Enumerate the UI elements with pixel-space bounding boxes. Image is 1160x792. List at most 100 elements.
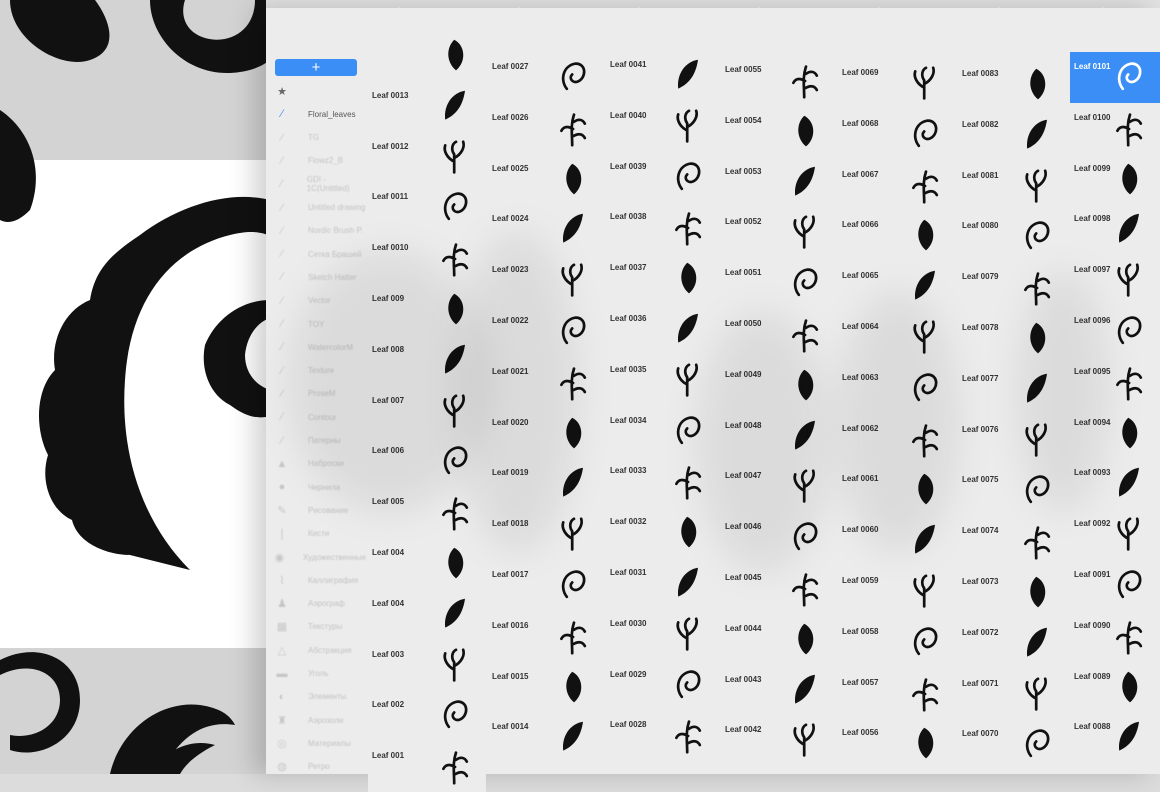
sidebar-item[interactable]: ◍ Ретро bbox=[274, 756, 366, 778]
brush-item[interactable]: Leaf 0055 bbox=[721, 55, 836, 106]
leaf-preview-icon bbox=[681, 516, 697, 548]
sidebar-item[interactable]: ⁄ TG bbox=[274, 127, 366, 149]
sidebar-item[interactable]: ♟ Аэрограф bbox=[274, 593, 366, 615]
sidebar-item[interactable]: ⁄ GDI - 1C(Untitled) bbox=[274, 173, 366, 195]
ornament-artwork bbox=[0, 0, 287, 774]
brush-item-label: Leaf 0042 bbox=[725, 725, 762, 735]
leaf-preview-icon bbox=[1026, 627, 1047, 657]
brush-item[interactable]: Leaf 0072 bbox=[958, 617, 1068, 669]
brush-item-label: Leaf 0012 bbox=[372, 141, 409, 151]
brush-item[interactable]: Leaf 0082 bbox=[958, 109, 1068, 161]
leaf-preview-icon bbox=[677, 59, 698, 89]
add-brush-set-button[interactable]: + bbox=[275, 59, 357, 76]
brush-item[interactable]: Leaf 0056 bbox=[838, 718, 956, 770]
brush-item[interactable]: Leaf 002 bbox=[368, 690, 486, 742]
leaf-preview-icon bbox=[442, 751, 469, 785]
brush-item[interactable]: Leaf 0028 bbox=[606, 710, 719, 762]
brush-item[interactable]: Leaf 0053 bbox=[721, 156, 836, 208]
brush-item-label: Leaf 0088 bbox=[1074, 722, 1111, 732]
brush-item[interactable]: Leaf 0029 bbox=[606, 659, 719, 711]
brush-item[interactable]: Leaf 0092 bbox=[1070, 509, 1160, 561]
brush-item-label: Leaf 0051 bbox=[725, 268, 762, 278]
brush-item[interactable]: Leaf 0080 bbox=[958, 211, 1068, 263]
sidebar-item[interactable]: ♜ Аэрозоли bbox=[274, 709, 366, 731]
brush-item[interactable]: Leaf 003 bbox=[368, 639, 486, 691]
sidebar-item[interactable]: ⁄ Flowz2_B bbox=[274, 150, 366, 172]
sidebar-item[interactable]: ▦ Текстуры bbox=[274, 616, 366, 638]
leaf-preview-icon bbox=[677, 567, 698, 597]
brush-item-selected[interactable]: Leaf 0101 bbox=[1070, 52, 1160, 103]
brush-item[interactable]: Leaf 0100 bbox=[1070, 102, 1160, 154]
brush-item[interactable]: Leaf 0026 bbox=[488, 102, 604, 154]
brush-item[interactable]: Leaf 0017 bbox=[488, 560, 604, 611]
sidebar-item-label: Аэрозоли bbox=[308, 715, 344, 725]
brush-item[interactable]: Leaf 0073 bbox=[958, 567, 1068, 618]
brush-item[interactable]: Leaf 0016 bbox=[488, 610, 604, 662]
sidebar-item[interactable]: △ Абстракция bbox=[274, 639, 366, 661]
brush-item[interactable]: Leaf 0012 bbox=[368, 131, 486, 183]
brush-item[interactable]: Leaf 0011 bbox=[368, 182, 486, 234]
brush-item[interactable]: Leaf 001 bbox=[368, 741, 486, 792]
brush-item[interactable]: Leaf 0098 bbox=[1070, 204, 1160, 256]
brush-item[interactable]: Leaf 0091 bbox=[1070, 560, 1160, 611]
sidebar-item[interactable]: ▬ Уголь bbox=[274, 663, 366, 685]
sidebar-item[interactable]: ◐ Элементы bbox=[274, 686, 366, 708]
brush-item[interactable]: Leaf 0025 bbox=[488, 153, 604, 205]
brush-item[interactable]: Leaf 0040 bbox=[606, 100, 719, 152]
brush-item-label: Leaf 0045 bbox=[725, 573, 762, 582]
brush-item[interactable]: Leaf 0038 bbox=[606, 202, 719, 254]
brush-item[interactable]: Leaf 0067 bbox=[838, 159, 956, 211]
leaf-preview-icon bbox=[676, 109, 698, 143]
pen-icon: ✎ bbox=[277, 504, 287, 517]
brush-item[interactable]: Leaf 0069 bbox=[838, 58, 956, 109]
brush-item[interactable]: Leaf 0089 bbox=[1070, 661, 1160, 713]
brush-item[interactable] bbox=[368, 30, 486, 81]
brush-item[interactable]: Leaf 0015 bbox=[488, 661, 604, 713]
sidebar-item[interactable]: ⁄ Untitled drawing bbox=[274, 197, 366, 219]
brush-item[interactable]: Leaf 0059 bbox=[838, 566, 956, 617]
brush-item[interactable]: Leaf 0032 bbox=[606, 507, 719, 559]
brush-item[interactable]: Leaf 0057 bbox=[838, 667, 956, 719]
brush-item[interactable]: Leaf 0090 bbox=[1070, 610, 1160, 662]
leaf-preview-icon bbox=[444, 90, 465, 120]
brush-item[interactable]: Leaf 0058 bbox=[838, 616, 956, 668]
brush-item[interactable]: Leaf 0083 bbox=[958, 59, 1068, 110]
brush-item[interactable]: Leaf 0099 bbox=[1070, 153, 1160, 205]
brush-item[interactable]: Leaf 004 bbox=[368, 588, 486, 640]
brush-item[interactable]: Leaf 0043 bbox=[721, 664, 836, 716]
brush-item[interactable]: Leaf 0031 bbox=[606, 558, 719, 609]
brush-item[interactable]: Leaf 0054 bbox=[721, 105, 836, 157]
leaf-preview-icon bbox=[913, 66, 935, 100]
brush-item[interactable]: Leaf 0041 bbox=[606, 50, 719, 101]
brush-item[interactable]: Leaf 0066 bbox=[838, 210, 956, 262]
brush-item[interactable]: Leaf 0013 bbox=[368, 80, 486, 132]
sidebar-item[interactable]: ★ bbox=[274, 80, 366, 102]
brush-item[interactable]: Leaf 0052 bbox=[721, 207, 836, 259]
brush-item[interactable]: Leaf 0071 bbox=[958, 668, 1068, 720]
brush-item-label: Leaf 0044 bbox=[725, 623, 762, 633]
brush-item[interactable]: Leaf 0042 bbox=[721, 715, 836, 767]
brush-item[interactable]: Leaf 0045 bbox=[721, 563, 836, 614]
brush-item[interactable]: Leaf 0037 bbox=[606, 253, 719, 305]
brush-item[interactable]: Leaf 0070 bbox=[958, 719, 1068, 771]
brush-stroke-icon: ⁄ bbox=[281, 341, 283, 354]
brush-item-label: Leaf 0016 bbox=[492, 620, 529, 630]
brush-item[interactable]: Leaf 0081 bbox=[958, 160, 1068, 212]
sidebar-item[interactable]: ⁄ Nordic Brush P. bbox=[274, 220, 366, 242]
sidebar-item[interactable]: ⁄ Floral_leaves bbox=[274, 103, 366, 125]
brush-item[interactable]: Leaf 004 bbox=[368, 538, 486, 589]
brush-item[interactable]: Leaf 0068 bbox=[838, 108, 956, 160]
brush-item[interactable]: Leaf 0088 bbox=[1070, 712, 1160, 764]
brush-item[interactable]: Leaf 0044 bbox=[721, 613, 836, 665]
sidebar-item[interactable]: ⌇ Каллиграфия bbox=[274, 569, 366, 591]
brush-item[interactable]: Leaf 0027 bbox=[488, 52, 604, 103]
brush-item[interactable]: Leaf 0074 bbox=[958, 516, 1068, 568]
brush-item[interactable]: Leaf 0036 bbox=[606, 304, 719, 355]
sidebar-item[interactable]: ◎ Материалы bbox=[274, 732, 366, 754]
brush-item[interactable]: Leaf 0030 bbox=[606, 608, 719, 660]
brush-item[interactable]: Leaf 0039 bbox=[606, 151, 719, 203]
brush-item[interactable]: Leaf 0051 bbox=[721, 258, 836, 310]
sidebar-item[interactable]: ❘ Кисти bbox=[274, 523, 366, 545]
brush-item[interactable]: Leaf 0014 bbox=[488, 712, 604, 764]
sidebar-item[interactable]: ◉ Художественные bbox=[274, 546, 366, 568]
